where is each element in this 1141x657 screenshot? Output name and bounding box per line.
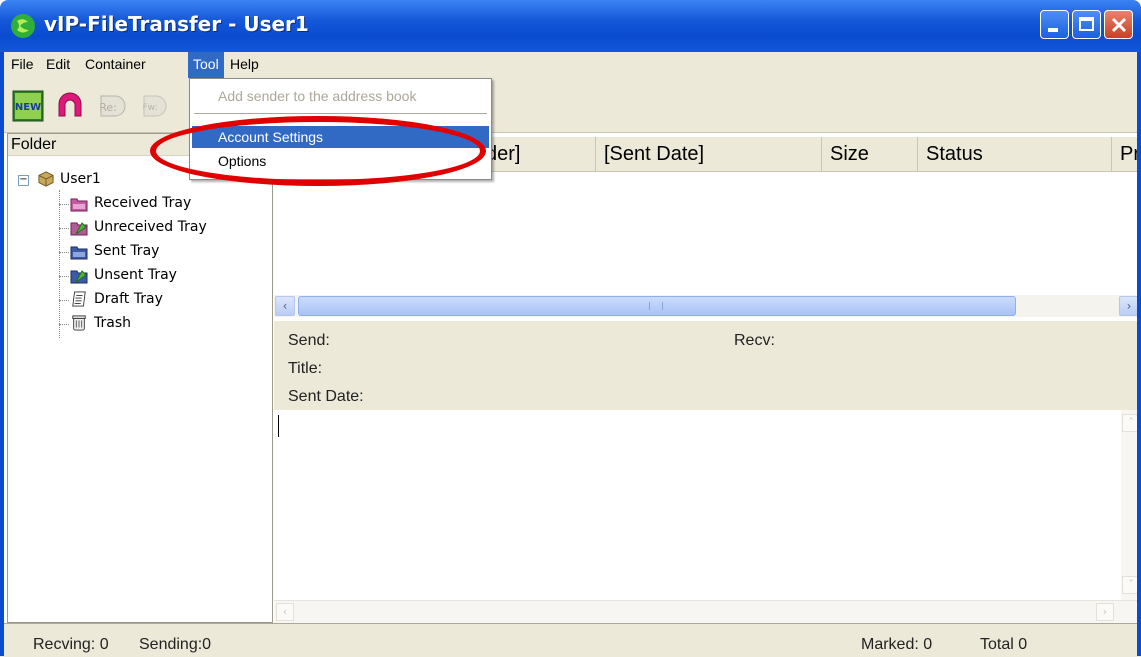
text-caret [278, 415, 279, 437]
recv-label: Recv: [734, 332, 775, 349]
tree-label: Unreceived Tray [94, 219, 207, 235]
tool-menu-dropdown: Add sender to the address book Account S… [189, 78, 492, 180]
refresh-button[interactable] [53, 90, 85, 122]
total-count: Total 0 [980, 636, 1028, 653]
sent-tray-icon [70, 246, 88, 260]
menu-bar: File Edit Container Tool Help [0, 52, 1141, 78]
tree-line [59, 252, 69, 253]
scroll-right-button[interactable]: › [1119, 296, 1139, 316]
tree-line [59, 228, 69, 229]
forward-button[interactable]: Fw: [136, 90, 168, 122]
maximize-icon [1079, 17, 1094, 31]
new-icon: NEW [12, 90, 44, 122]
tree-line [59, 324, 69, 325]
tree-item-unsent-tray[interactable]: Unsent Tray [70, 267, 270, 287]
reply-button[interactable]: Re: [93, 90, 126, 122]
tree-line [59, 190, 60, 338]
menu-file[interactable]: File [6, 52, 39, 78]
window-title: vIP-FileTransfer - User1 [44, 12, 309, 36]
menu-item-add-sender[interactable]: Add sender to the address book [192, 85, 489, 107]
grip-icon [649, 302, 663, 310]
menu-container[interactable]: Container [80, 52, 151, 78]
message-info-pane: Send: Recv: Title: Sent Date: [274, 321, 1141, 410]
tree-item-unreceived-tray[interactable]: Unreceived Tray [70, 219, 270, 239]
svg-text:Fw:: Fw: [142, 103, 157, 113]
tree-label: Sent Tray [94, 243, 160, 259]
sent-date-label: Sent Date: [288, 388, 364, 405]
tree-item-draft-tray[interactable]: Draft Tray [70, 291, 270, 311]
tree-label: Received Tray [94, 195, 192, 211]
list-horizontal-scrollbar[interactable]: ‹ › [274, 295, 1141, 317]
title-bar[interactable]: vIP-FileTransfer - User1 [0, 0, 1141, 52]
refresh-icon [58, 92, 82, 117]
menu-help[interactable]: Help [225, 52, 264, 78]
unsent-tray-icon [70, 270, 88, 284]
package-icon [38, 171, 54, 187]
menu-tool[interactable]: Tool [188, 52, 224, 78]
status-bar: Recving: 0 Sending:0 Marked: 0 Total 0 [0, 623, 1141, 657]
forward-icon: Fw: [142, 95, 167, 117]
send-label: Send: [288, 332, 330, 349]
menu-item-options[interactable]: Options [192, 150, 489, 172]
window-frame-right [1137, 52, 1141, 656]
minimize-icon [1048, 28, 1058, 32]
sending-status: Sending:0 [139, 636, 212, 653]
column-size[interactable]: Size [822, 137, 918, 171]
tree-item-trash[interactable]: Trash [70, 315, 270, 335]
svg-text:NEW: NEW [15, 102, 41, 113]
trash-icon [72, 315, 86, 331]
unreceived-tray-icon [70, 222, 88, 236]
tree-line [59, 300, 69, 301]
column-sent-date[interactable]: [Sent Date] [596, 137, 822, 171]
tree-label: Trash [94, 315, 131, 331]
received-tray-icon [70, 198, 88, 212]
tree-line [59, 204, 69, 205]
scroll-right-button[interactable]: › [1096, 603, 1114, 621]
scrollbar-thumb[interactable] [298, 296, 1016, 316]
message-body-textarea[interactable]: ˆ ˇ ‹ › [274, 410, 1141, 624]
body-horizontal-scrollbar[interactable]: ‹ › [274, 600, 1141, 624]
toolbar: NEW Re: Fw: [0, 78, 1141, 133]
tree-label: Unsent Tray [94, 267, 177, 283]
title-label: Title: [288, 360, 323, 377]
folder-pane: Folder − User1 Received Tray Unreceived … [7, 133, 273, 623]
tree-item-received-tray[interactable]: Received Tray [70, 195, 270, 215]
maximize-button[interactable] [1072, 10, 1101, 39]
app-logo-icon [10, 13, 36, 39]
window-frame-left [0, 52, 4, 656]
svg-text:Re:: Re: [99, 101, 117, 114]
scroll-left-button[interactable]: ‹ [275, 296, 295, 316]
tree-label: Draft Tray [94, 291, 163, 307]
collapse-icon[interactable]: − [18, 175, 29, 186]
draft-tray-icon [72, 291, 86, 307]
column-status[interactable]: Status [918, 137, 1112, 171]
menu-separator [194, 113, 487, 114]
menu-item-account-settings[interactable]: Account Settings [192, 126, 489, 148]
recving-status: Recving: 0 [33, 636, 109, 653]
menu-edit[interactable]: Edit [41, 52, 75, 78]
close-button[interactable] [1104, 10, 1133, 39]
minimize-button[interactable] [1040, 10, 1069, 39]
reply-icon: Re: [99, 95, 126, 117]
tree-item-sent-tray[interactable]: Sent Tray [70, 243, 270, 263]
tree-label: User1 [60, 171, 101, 187]
new-button[interactable]: NEW [12, 90, 44, 122]
marked-count: Marked: 0 [861, 636, 933, 653]
tree-line [59, 276, 69, 277]
scroll-left-button[interactable]: ‹ [276, 603, 294, 621]
close-icon [1111, 17, 1127, 33]
